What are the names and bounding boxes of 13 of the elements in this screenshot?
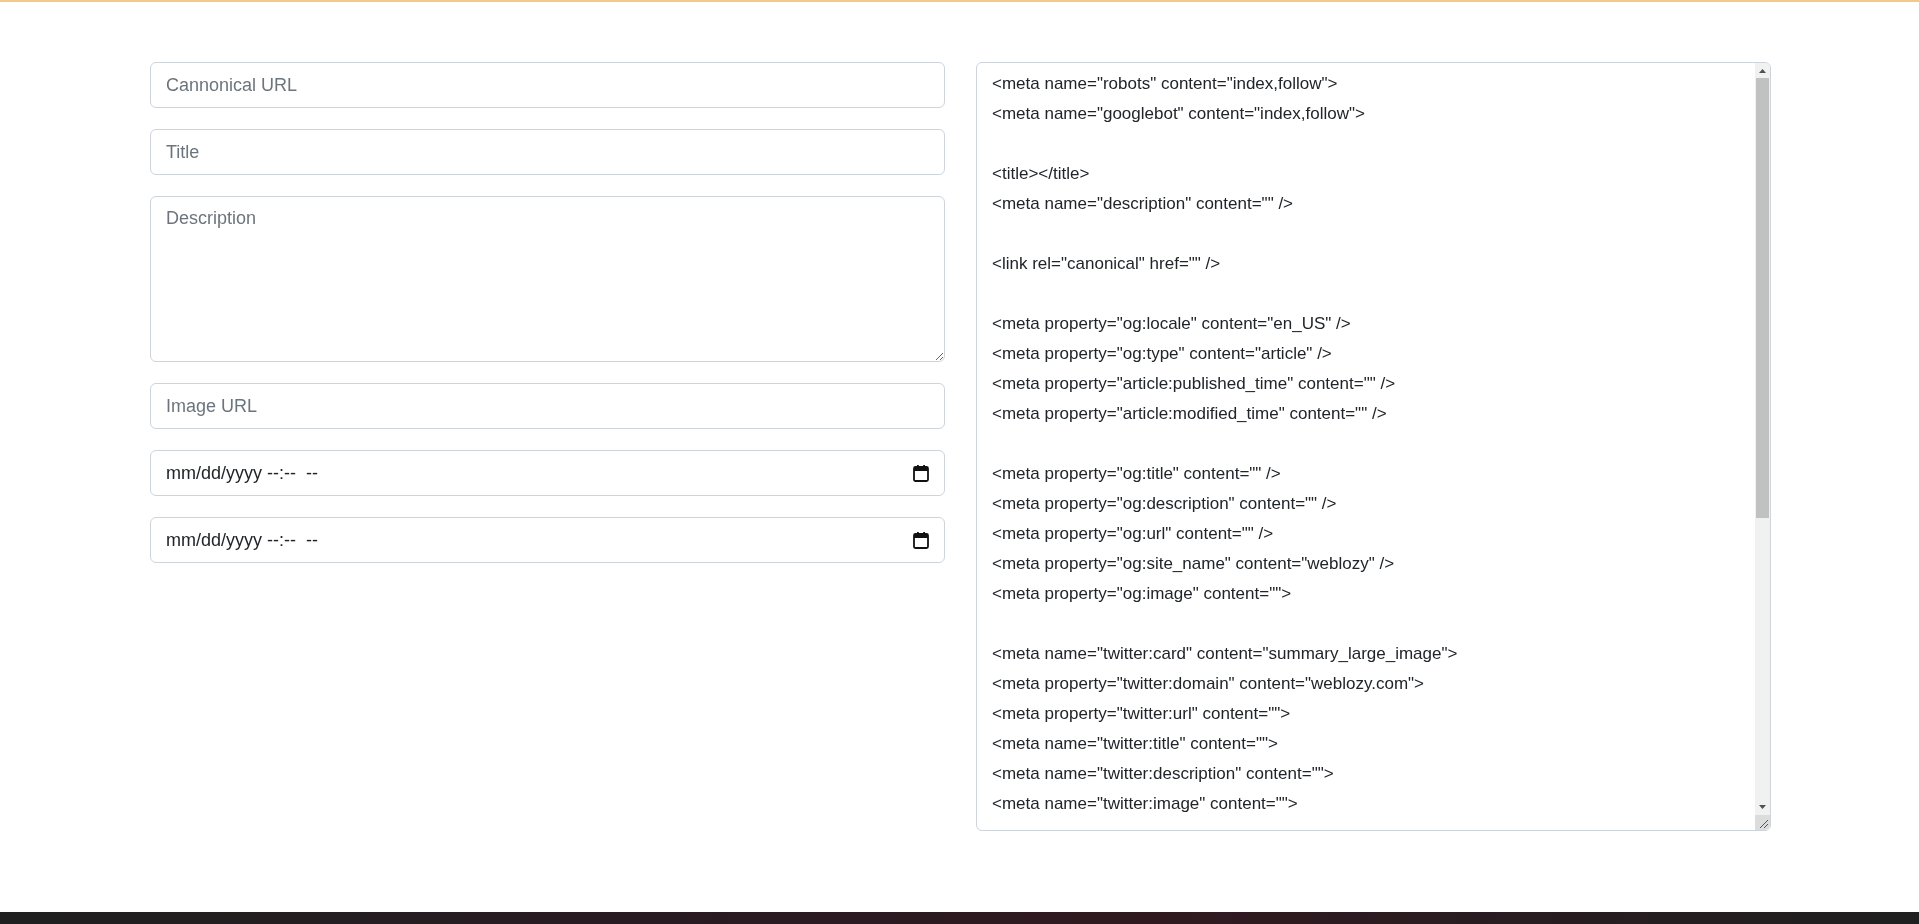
calendar-icon[interactable]	[913, 464, 929, 482]
scrollbar[interactable]	[1755, 63, 1770, 830]
meta-tags-output-field[interactable]	[976, 62, 1771, 831]
scrollbar-thumb[interactable]	[1756, 78, 1769, 518]
text-input-field[interactable]: Cannonical URL	[150, 62, 945, 108]
datetime-field[interactable]: mm/dd/yyyy --:-- --	[150, 450, 945, 496]
text-input-field[interactable]: Title	[150, 129, 945, 175]
calendar-icon[interactable]	[913, 531, 929, 549]
datetime-field[interactable]: mm/dd/yyyy --:-- --	[150, 517, 945, 563]
resize-grip-icon[interactable]	[1755, 815, 1770, 830]
meta-tags-code-text: <meta name="robots" content="index,follow"> <meta name="googlebot" content="index,follow"> <title></title> <meta name="description" content="" /> <link rel="canonical" href="" /> <meta property="og:locale" content="en_US" /> <meta property="og:type" content="article" /> <meta property="article:published_time" content="" /> <meta property="article:modified_time" content="" /> <meta property="og:title" content="" /> <meta property="og:description" content="" /> <meta property="og:url" content="" /> <meta property="og:site_name" content="weblozy" /> <meta property="og:image" content=""> <meta name="twitter:card" content="summary_large_image"> <meta property="twitter:domain" content="weblozy.com"> <meta property="twitter:url" content=""> <meta name="twitter:title" content=""> <meta name="twitter:description" content=""> <meta name="twitter:image" content="">	[991, 73, 1459, 815]
text-input-field[interactable]: Image URL	[150, 383, 945, 429]
description-textarea[interactable]: Description	[150, 196, 945, 362]
